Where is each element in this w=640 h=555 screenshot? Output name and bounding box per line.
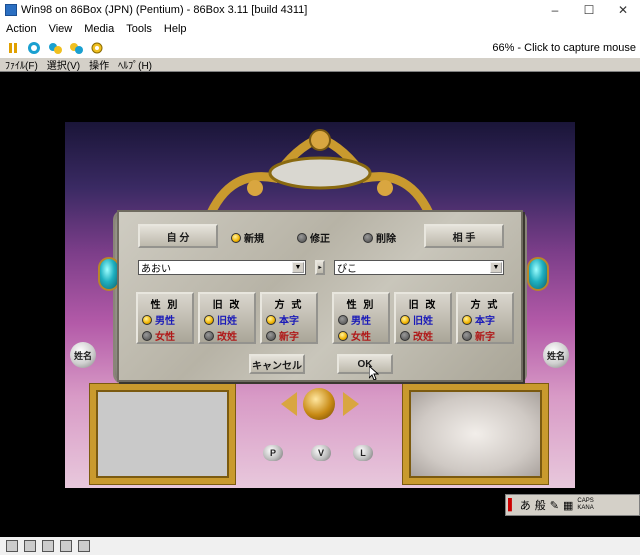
right-gem: [527, 257, 549, 291]
ime-mode[interactable]: あ: [520, 497, 531, 513]
guest-menu-operate[interactable]: 操作: [84, 57, 113, 72]
close-button[interactable]: ✕: [606, 0, 640, 20]
chevron-down-icon[interactable]: ▼: [490, 262, 502, 273]
guest-menu-file[interactable]: ﾌｧｲﾙ(F): [0, 57, 42, 72]
right-gender-female[interactable]: 女性: [338, 328, 371, 343]
right-name-select[interactable]: ぴこ ▼: [334, 260, 504, 275]
chevron-down-icon[interactable]: ▼: [292, 262, 304, 273]
right-gender-col: 性 別 男性 女性: [332, 292, 390, 344]
prev-arrow-icon[interactable]: [281, 392, 297, 416]
left-surname-old[interactable]: 旧姓: [204, 312, 237, 327]
right-gender-male[interactable]: 男性: [338, 312, 371, 327]
left-method-new[interactable]: 新字: [266, 328, 299, 343]
right-options-group: 性 別 男性 女性 旧 改 旧姓 改姓 方 式 本字 新字: [332, 292, 522, 344]
cancel-button[interactable]: キャンセル: [249, 354, 305, 374]
ime-indicator-icon: ▌: [508, 499, 516, 511]
minimize-button[interactable]: –: [538, 0, 572, 20]
ok-button[interactable]: OK: [337, 354, 393, 374]
left-portrait-frame: [90, 384, 235, 484]
left-gender-female[interactable]: 女性: [142, 328, 175, 343]
v-button[interactable]: V: [311, 445, 331, 461]
left-options-group: 性 別 男性 女性 旧 改 旧姓 改姓 方 式 本字 新字: [136, 292, 326, 344]
registration-dialog: 自 分 新規 修正 削除 相 手 あおい ▼ ▸ ぴこ ▼ 性 別 男性 女性: [117, 210, 523, 382]
app-icon: [5, 4, 17, 16]
left-surname-col: 旧 改 旧姓 改姓: [198, 292, 256, 344]
title-bar: Win98 on 86Box (JPN) (Pentium) - 86Box 3…: [0, 0, 640, 20]
radio-delete[interactable]: [363, 232, 373, 243]
window-title: Win98 on 86Box (JPN) (Pentium) - 86Box 3…: [21, 4, 308, 16]
capture-status: 66% - Click to capture mouse: [492, 42, 636, 54]
pause-icon[interactable]: [5, 40, 21, 56]
mode-delete[interactable]: 削除: [363, 230, 396, 245]
ime-toolbar: ▌ あ 般 ✎ ▦ CAPS KANA: [505, 494, 640, 516]
sound-icon[interactable]: [78, 540, 90, 552]
menu-tools[interactable]: Tools: [120, 23, 158, 35]
ctrl-alt-esc-icon[interactable]: [68, 40, 84, 56]
emulator-screen[interactable]: 姓名 姓名 P V L 自 分 新規 修正 削除 相 手 あおい ▼ ▸ ぴこ …: [0, 72, 640, 537]
mode-edit[interactable]: 修正: [297, 230, 330, 245]
right-method-col: 方 式 本字 新字: [456, 292, 514, 344]
menu-help[interactable]: Help: [158, 23, 193, 35]
menu-media[interactable]: Media: [78, 23, 120, 35]
status-bar: [0, 537, 640, 555]
ime-conversion[interactable]: 般: [535, 497, 546, 513]
settings-icon[interactable]: [89, 40, 105, 56]
cdrom-icon[interactable]: [24, 540, 36, 552]
right-method-original[interactable]: 本字: [462, 312, 495, 327]
radio-new[interactable]: [231, 232, 241, 243]
guest-menu-bar: ﾌｧｲﾙ(F) 選択(V) 操作 ﾍﾙﾌﾟ(H): [0, 58, 640, 72]
mouse-cursor-icon: [369, 366, 379, 380]
ime-tool-icon[interactable]: ✎: [550, 499, 559, 512]
right-surname-old[interactable]: 旧姓: [400, 312, 433, 327]
nav-orb[interactable]: [303, 388, 335, 420]
maximize-button[interactable]: ☐: [572, 0, 606, 20]
name-badge-left[interactable]: 姓名: [70, 342, 96, 368]
partner-button[interactable]: 相 手: [424, 224, 504, 248]
left-method-original[interactable]: 本字: [266, 312, 299, 327]
self-button[interactable]: 自 分: [138, 224, 218, 248]
floppy-icon[interactable]: [6, 540, 18, 552]
guest-menu-help[interactable]: ﾍﾙﾌﾟ(H): [113, 57, 156, 72]
p-button[interactable]: P: [263, 445, 283, 461]
ime-caps-kana: CAPS KANA: [577, 498, 594, 511]
name-badge-right[interactable]: 姓名: [543, 342, 569, 368]
left-method-col: 方 式 本字 新字: [260, 292, 318, 344]
reset-icon[interactable]: [26, 40, 42, 56]
left-gender-col: 性 別 男性 女性: [136, 292, 194, 344]
ime-pad-icon[interactable]: ▦: [563, 499, 573, 512]
ctrl-alt-del-icon[interactable]: [47, 40, 63, 56]
network-icon[interactable]: [60, 540, 72, 552]
right-portrait-frame: [403, 384, 548, 484]
radio-edit[interactable]: [297, 232, 307, 243]
right-method-new[interactable]: 新字: [462, 328, 495, 343]
mode-new[interactable]: 新規: [231, 230, 264, 245]
menu-action[interactable]: Action: [0, 23, 43, 35]
hdd-icon[interactable]: [42, 540, 54, 552]
next-arrow-icon[interactable]: [343, 392, 359, 416]
right-surname-col: 旧 改 旧姓 改姓: [394, 292, 452, 344]
left-surname-changed[interactable]: 改姓: [204, 328, 237, 343]
menu-view[interactable]: View: [43, 23, 79, 35]
toolbar: 66% - Click to capture mouse: [0, 38, 640, 58]
left-name-select[interactable]: あおい ▼: [138, 260, 306, 275]
left-gender-male[interactable]: 男性: [142, 312, 175, 327]
right-surname-changed[interactable]: 改姓: [400, 328, 433, 343]
menu-bar: Action View Media Tools Help: [0, 20, 640, 38]
guest-menu-select[interactable]: 選択(V): [42, 57, 84, 72]
l-button[interactable]: L: [353, 445, 373, 461]
swap-button[interactable]: ▸: [315, 260, 325, 275]
